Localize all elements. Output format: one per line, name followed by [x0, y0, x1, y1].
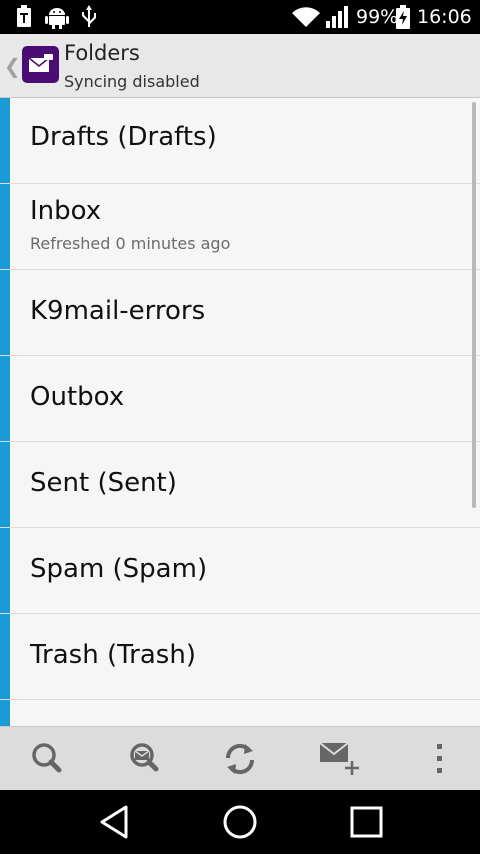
- search-icon: [32, 743, 62, 773]
- home-button[interactable]: [210, 800, 270, 844]
- folder-color-chip: [0, 270, 10, 355]
- folder-status: Refreshed 0 minutes ago: [30, 234, 231, 253]
- folder-row-drafts[interactable]: Drafts (Drafts): [0, 98, 480, 184]
- home-icon: [223, 805, 257, 839]
- folder-row-spam[interactable]: Spam (Spam): [0, 528, 480, 614]
- folder-name: Sent (Sent): [30, 468, 177, 498]
- page-subtitle: Syncing disabled: [64, 72, 200, 91]
- folder-color-chip: [0, 614, 10, 699]
- back-icon: [100, 805, 128, 839]
- clock: 16:06: [417, 6, 472, 28]
- android-debug-icon: [45, 8, 69, 29]
- folder-row-partial[interactable]: [0, 700, 480, 726]
- overflow-menu-icon: [437, 744, 442, 773]
- chevron-left-icon: ❮: [4, 54, 21, 78]
- search-remote-icon: [130, 743, 159, 772]
- folder-name: Drafts (Drafts): [30, 122, 217, 152]
- compose-icon: [319, 742, 359, 775]
- overflow-menu-button[interactable]: [384, 727, 480, 791]
- search-button[interactable]: [0, 727, 96, 791]
- battery-icon: [396, 5, 410, 29]
- folder-row-inbox[interactable]: Inbox Refreshed 0 minutes ago: [0, 184, 480, 270]
- folder-name: Trash (Trash): [30, 640, 196, 670]
- recents-button[interactable]: [336, 800, 396, 844]
- usb-icon: [82, 5, 96, 27]
- folder-name: Spam (Spam): [30, 554, 208, 584]
- battery-percent: 99%: [356, 6, 399, 28]
- back-button[interactable]: [84, 800, 144, 844]
- folder-row-k9mail-errors[interactable]: K9mail-errors: [0, 270, 480, 356]
- folder-color-chip: [0, 700, 10, 726]
- folder-name: Inbox: [30, 196, 102, 226]
- folder-color-chip: [0, 442, 10, 527]
- folder-row-trash[interactable]: Trash (Trash): [0, 614, 480, 700]
- folder-color-chip: [0, 98, 10, 183]
- folder-color-chip: [0, 528, 10, 613]
- signal-icon: [326, 6, 348, 28]
- page-title: Folders: [64, 41, 140, 65]
- scrollbar[interactable]: [472, 102, 476, 508]
- compose-button[interactable]: [288, 727, 384, 791]
- wifi-icon: [292, 7, 320, 28]
- refresh-icon: [225, 743, 255, 775]
- folder-row-outbox[interactable]: Outbox: [0, 356, 480, 442]
- navigation-bar: [0, 790, 480, 854]
- folder-color-chip: [0, 184, 10, 269]
- recents-icon: [350, 806, 383, 838]
- bottom-action-bar: [0, 726, 480, 790]
- folder-row-sent[interactable]: Sent (Sent): [0, 442, 480, 528]
- search-remote-button[interactable]: [96, 727, 192, 791]
- folder-name: Outbox: [30, 382, 125, 412]
- refresh-button[interactable]: [192, 727, 288, 791]
- up-button[interactable]: ❮: [0, 34, 62, 98]
- folder-list[interactable]: Drafts (Drafts) Inbox Refreshed 0 minute…: [0, 98, 480, 726]
- folder-name: K9mail-errors: [30, 296, 206, 326]
- folder-color-chip: [0, 356, 10, 441]
- mail-app-icon: [22, 46, 59, 83]
- action-bar: ❮ Folders Syncing disabled: [0, 34, 480, 98]
- status-bar: 99% 16:06: [0, 0, 480, 34]
- usb-debug-icon: [17, 5, 31, 27]
